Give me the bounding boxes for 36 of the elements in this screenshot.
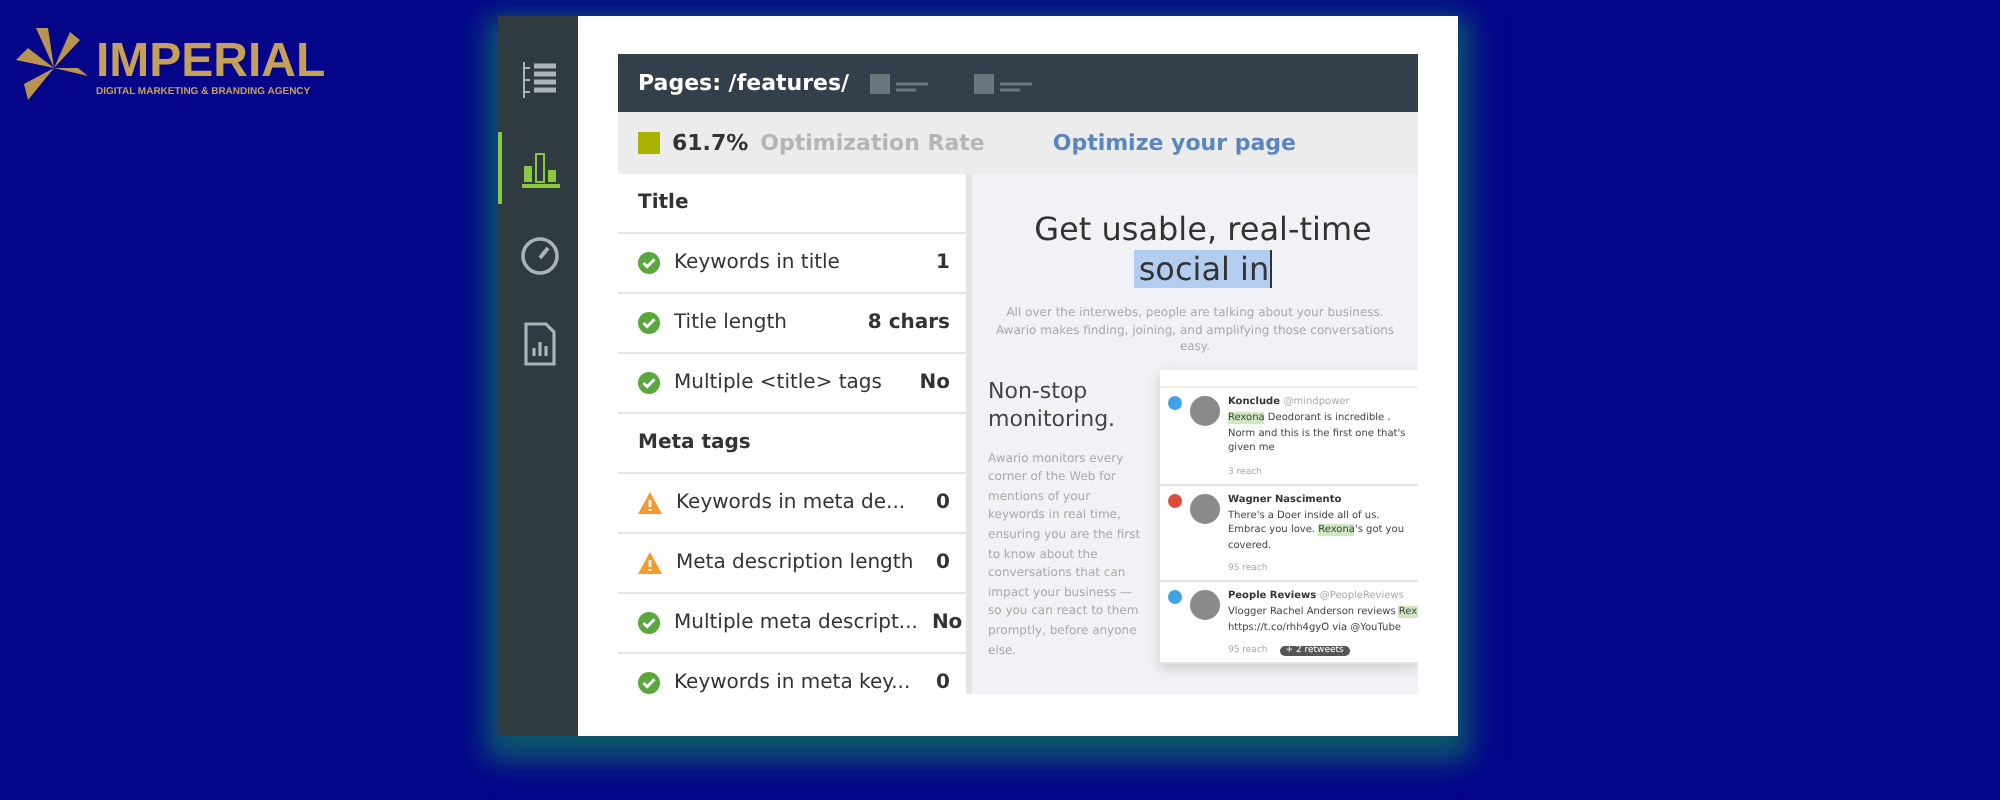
rate-value: 61.7% xyxy=(672,130,749,156)
page-title: Pages: /features/ xyxy=(638,70,850,96)
check-value: No xyxy=(931,612,963,634)
avatar xyxy=(1190,396,1220,427)
rate-indicator xyxy=(638,132,660,154)
preview-subheading: Non-stop monitoring. xyxy=(988,378,1118,434)
check-value: 8 chars xyxy=(867,312,950,334)
warning-icon xyxy=(638,492,662,514)
check-label: Keywords in meta key... xyxy=(674,672,913,694)
gauge-icon xyxy=(520,236,560,276)
section-heading: Meta tags xyxy=(638,432,751,454)
report-icon xyxy=(520,322,560,366)
check-label: Multiple meta descript... xyxy=(674,612,918,634)
check-label: Keywords in title xyxy=(674,252,842,274)
check-value: 1 xyxy=(936,252,950,274)
optimize-link[interactable]: Optimize your page xyxy=(1052,130,1296,156)
warning-icon xyxy=(638,552,662,574)
section-heading: Title xyxy=(638,192,689,214)
check-value: 0 xyxy=(936,552,950,574)
check-value: No xyxy=(919,372,950,394)
preview-headline: Get usable, real-time social in xyxy=(1032,210,1374,290)
check-label: Multiple <title> tags xyxy=(674,372,884,394)
check-label: Meta description length xyxy=(676,552,916,574)
bar-chart-icon xyxy=(518,148,562,188)
list-icon xyxy=(520,60,560,100)
check-label: Title length xyxy=(674,312,789,334)
check-icon xyxy=(638,612,660,634)
logo-wordmark: IMPERIAL xyxy=(96,38,326,86)
check-label: Keywords in meta de... xyxy=(676,492,908,514)
avatar xyxy=(1190,590,1220,621)
check-icon xyxy=(638,372,660,394)
check-icon xyxy=(638,252,660,274)
check-icon xyxy=(638,312,660,334)
check-value: 0 xyxy=(936,672,950,694)
check-value: 0 xyxy=(936,492,950,514)
avatar xyxy=(1190,493,1220,524)
